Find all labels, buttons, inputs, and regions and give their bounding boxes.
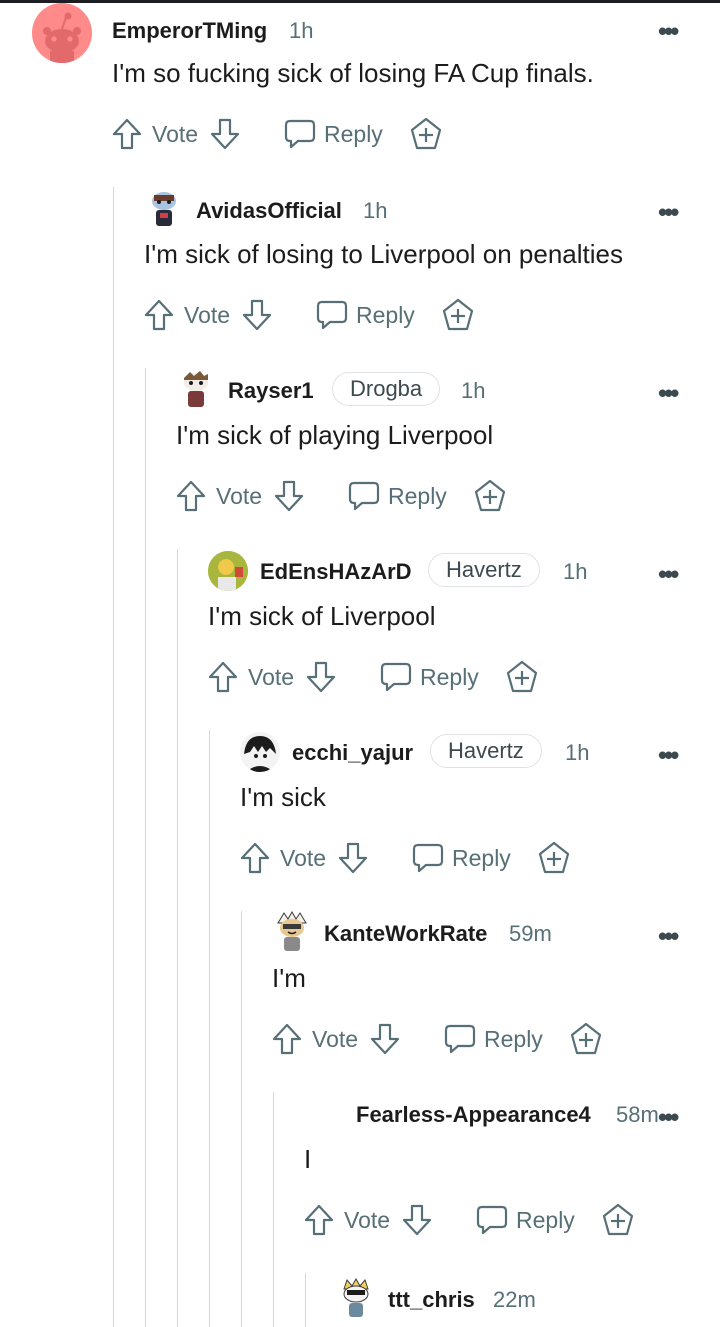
comment-text: I'm: [272, 963, 306, 993]
snoo-avatar-icon: [343, 1277, 369, 1317]
user-flair: Havertz: [430, 734, 542, 768]
comment-text: I'm so fucking sick of losing FA Cup fin…: [112, 58, 594, 88]
username[interactable]: KanteWorkRate: [324, 921, 487, 947]
vote-label: Vote: [280, 845, 327, 871]
username[interactable]: ttt_chris: [388, 1287, 475, 1313]
reply-icon[interactable]: [348, 480, 380, 512]
vote-label: Vote: [344, 1207, 391, 1233]
comment: Fearless-Appearance4 58m ••• I Vote Repl…: [0, 1086, 720, 1266]
reply-label[interactable]: Reply: [420, 664, 479, 691]
vote-label: Vote: [312, 1026, 359, 1052]
avatar[interactable]: [32, 3, 92, 63]
upvote-arrow-icon[interactable]: [240, 842, 270, 874]
downvote-arrow-icon[interactable]: [402, 1204, 432, 1236]
reply-label[interactable]: Reply: [324, 121, 383, 148]
reply-label[interactable]: Reply: [356, 302, 415, 329]
timestamp: 58m: [616, 1102, 659, 1127]
upvote-arrow-icon[interactable]: [208, 661, 238, 693]
comment-text: I'm sick: [240, 782, 326, 812]
username[interactable]: Rayser1: [228, 378, 314, 404]
more-options-icon[interactable]: •••: [658, 199, 679, 225]
timestamp: 1h: [563, 559, 588, 584]
award-icon[interactable]: [505, 660, 539, 694]
vote-label: Vote: [216, 483, 263, 509]
comment-text: I'm sick of Liverpool: [208, 601, 436, 631]
timestamp: 22m: [493, 1287, 536, 1312]
award-icon[interactable]: [537, 841, 571, 875]
profile-photo-icon: [208, 551, 248, 591]
award-icon[interactable]: [601, 1203, 635, 1237]
upvote-arrow-icon[interactable]: [112, 118, 142, 150]
reply-icon[interactable]: [444, 1023, 476, 1055]
downvote-arrow-icon[interactable]: [306, 661, 336, 693]
downvote-arrow-icon[interactable]: [274, 480, 304, 512]
snoo-avatar-icon: [152, 192, 176, 226]
downvote-arrow-icon[interactable]: [242, 299, 272, 331]
comment-text: I'm sick of losing to Liverpool on penal…: [144, 239, 623, 269]
comment: AvidasOfficial 1h ••• I'm sick of losing…: [0, 181, 720, 361]
avatar[interactable]: [178, 368, 214, 412]
username[interactable]: Fearless-Appearance4: [356, 1102, 591, 1128]
award-icon[interactable]: [441, 298, 475, 332]
more-options-icon[interactable]: •••: [658, 742, 679, 768]
reply-icon[interactable]: [380, 661, 412, 693]
comment: ttt_chris 22m: [0, 1267, 720, 1327]
snoo-avatar-icon: [184, 371, 208, 407]
avatar[interactable]: [274, 911, 310, 955]
timestamp: 1h: [461, 378, 486, 403]
timestamp: 1h: [289, 18, 314, 43]
avatar[interactable]: [338, 1277, 374, 1321]
reply-label[interactable]: Reply: [516, 1207, 575, 1234]
award-icon[interactable]: [473, 479, 507, 513]
downvote-arrow-icon[interactable]: [338, 842, 368, 874]
username[interactable]: ecchi_yajur: [292, 740, 413, 766]
more-options-icon[interactable]: •••: [658, 18, 679, 44]
reply-label[interactable]: Reply: [388, 483, 447, 510]
timestamp: 59m: [509, 921, 552, 946]
comment: Rayser1 Drogba 1h ••• I'm sick of playin…: [0, 362, 720, 542]
more-options-icon[interactable]: •••: [658, 923, 679, 949]
default-avatar-icon: [43, 12, 81, 63]
username[interactable]: AvidasOfficial: [196, 198, 342, 224]
upvote-arrow-icon[interactable]: [176, 480, 206, 512]
username[interactable]: EmperorTMing: [112, 18, 267, 44]
comment: EmperorTMing 1h ••• I'm so fucking sick …: [0, 0, 720, 180]
comment: KanteWorkRate 59m ••• I'm Vote Reply: [0, 905, 720, 1085]
user-flair: Havertz: [428, 553, 540, 587]
snoo-avatar-icon: [277, 911, 307, 951]
username[interactable]: EdEnsHAzArD: [260, 559, 412, 585]
more-options-icon[interactable]: •••: [658, 1104, 679, 1130]
upvote-arrow-icon[interactable]: [272, 1023, 302, 1055]
vote-label: Vote: [184, 302, 231, 328]
downvote-arrow-icon[interactable]: [370, 1023, 400, 1055]
comment: EdEnsHAzArD Havertz 1h ••• I'm sick of L…: [0, 543, 720, 723]
upvote-arrow-icon[interactable]: [144, 299, 174, 331]
reply-icon[interactable]: [284, 118, 316, 150]
reply-label[interactable]: Reply: [452, 845, 511, 872]
reply-icon[interactable]: [316, 299, 348, 331]
avatar[interactable]: [240, 732, 280, 772]
user-flair: Drogba: [332, 372, 441, 406]
award-icon[interactable]: [569, 1022, 603, 1056]
downvote-arrow-icon[interactable]: [210, 118, 240, 150]
profile-photo-icon: [240, 732, 280, 772]
comment-text: I'm sick of playing Liverpool: [176, 420, 494, 450]
avatar[interactable]: [146, 187, 182, 231]
reply-icon[interactable]: [476, 1204, 508, 1236]
avatar[interactable]: [208, 551, 248, 591]
reply-label[interactable]: Reply: [484, 1026, 543, 1053]
upvote-arrow-icon[interactable]: [304, 1204, 334, 1236]
vote-label: Vote: [248, 664, 295, 690]
award-icon[interactable]: [409, 117, 443, 151]
vote-label: Vote: [152, 121, 199, 147]
comment: ecchi_yajur Havertz 1h ••• I'm sick Vote…: [0, 724, 720, 904]
timestamp: 1h: [565, 740, 590, 765]
comment-text: I: [304, 1144, 312, 1174]
more-options-icon[interactable]: •••: [658, 380, 679, 406]
timestamp: 1h: [363, 198, 388, 223]
more-options-icon[interactable]: •••: [658, 561, 679, 587]
reply-icon[interactable]: [412, 842, 444, 874]
